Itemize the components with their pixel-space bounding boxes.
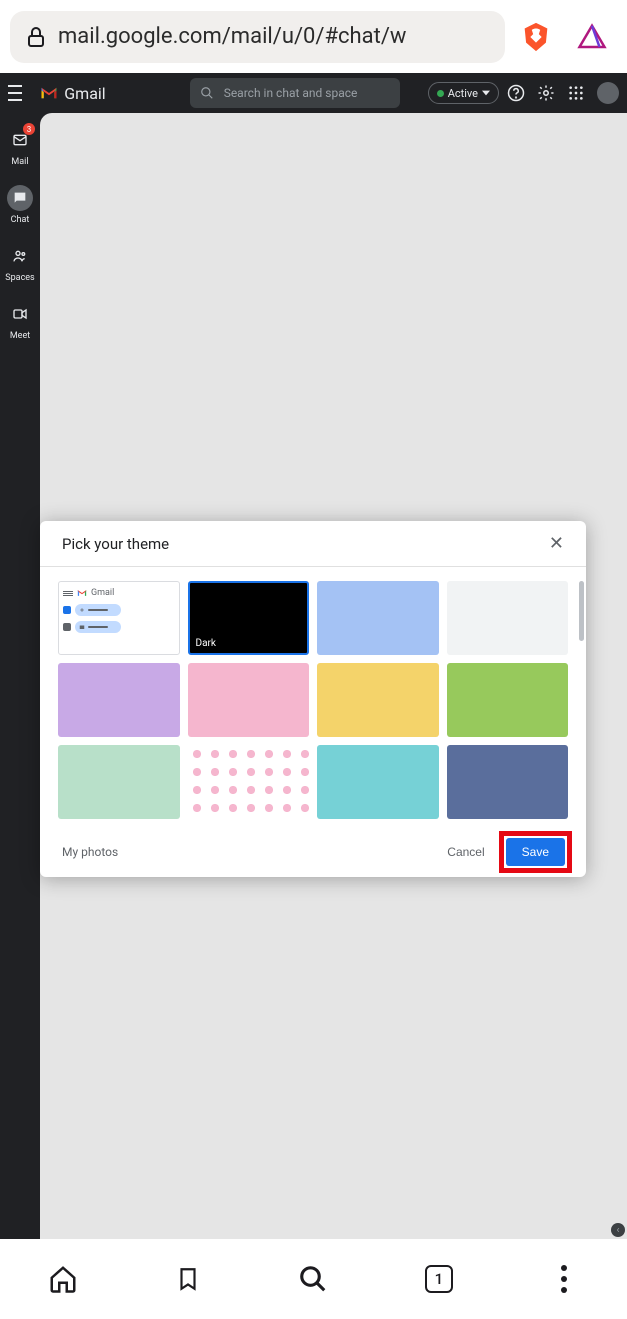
rail-chat[interactable]: Chat	[7, 185, 33, 225]
search-placeholder: Search in chat and space	[224, 86, 358, 100]
theme-tile-default[interactable]: Gmail	[58, 581, 180, 655]
rail-chat-label: Chat	[11, 215, 30, 225]
gmail-app: Gmail Search in chat and space Active 3 …	[0, 73, 627, 1239]
theme-tile-teal[interactable]	[317, 745, 439, 819]
search-icon	[200, 86, 214, 100]
search-input[interactable]: Search in chat and space	[190, 78, 400, 108]
theme-tile-blue[interactable]	[317, 581, 439, 655]
save-highlight: Save	[499, 831, 572, 873]
status-dot-icon	[437, 90, 444, 97]
modal-footer: My photos Cancel Save	[40, 827, 586, 877]
theme-tile-cherry-blossom[interactable]	[188, 745, 310, 819]
mail-badge: 3	[23, 123, 35, 135]
hamburger-icon[interactable]	[8, 83, 22, 103]
settings-gear-icon[interactable]	[537, 84, 555, 102]
avatar[interactable]	[597, 82, 619, 104]
cancel-button[interactable]: Cancel	[443, 839, 488, 865]
help-icon[interactable]	[507, 84, 525, 102]
save-button[interactable]: Save	[506, 838, 565, 866]
status-selector[interactable]: Active	[428, 82, 499, 104]
left-rail: 3 Mail Chat Spaces Meet	[0, 113, 40, 1239]
rail-meet[interactable]: Meet	[7, 301, 33, 341]
theme-picker-modal: Pick your theme ✕ Gmail	[40, 521, 586, 877]
bookmark-icon[interactable]	[173, 1264, 203, 1294]
spaces-icon	[12, 248, 28, 264]
rail-mail-label: Mail	[11, 157, 28, 167]
chevron-down-icon	[482, 89, 490, 97]
chat-icon	[12, 190, 28, 206]
brave-vpn-icon[interactable]	[577, 22, 607, 52]
url-text: mail.google.com/mail/u/0/#chat/w	[58, 24, 406, 49]
gmail-m-icon	[40, 86, 58, 100]
rail-mail[interactable]: 3 Mail	[7, 127, 33, 167]
collapse-panel-icon[interactable]: ‹	[611, 1223, 625, 1237]
modal-body: Gmail Dark	[40, 567, 586, 827]
theme-grid: Gmail Dark	[58, 581, 568, 819]
rail-spaces[interactable]: Spaces	[5, 243, 34, 283]
theme-tile-navy[interactable]	[447, 745, 569, 819]
theme-tile-mustard[interactable]	[317, 663, 439, 737]
modal-header: Pick your theme ✕	[40, 521, 586, 567]
theme-tile-rose[interactable]	[188, 663, 310, 737]
theme-tile-seafoam[interactable]	[58, 745, 180, 819]
close-icon[interactable]: ✕	[549, 533, 564, 554]
rail-meet-label: Meet	[10, 331, 30, 341]
modal-scrollbar[interactable]	[579, 581, 584, 641]
gmail-body: 3 Mail Chat Spaces Meet Pick your theme …	[0, 113, 627, 1239]
search-nav-icon[interactable]	[298, 1264, 328, 1294]
theme-tile-dark[interactable]: Dark	[188, 581, 310, 655]
modal-title: Pick your theme	[62, 535, 169, 553]
my-photos-link[interactable]: My photos	[62, 845, 118, 859]
lock-icon	[24, 25, 48, 49]
browser-bottom-nav: 1	[0, 1239, 627, 1319]
theme-tile-wasabi[interactable]	[447, 663, 569, 737]
status-label: Active	[448, 87, 478, 100]
apps-grid-icon[interactable]	[567, 84, 585, 102]
home-icon[interactable]	[48, 1264, 78, 1294]
gmail-header: Gmail Search in chat and space Active	[0, 73, 627, 113]
meet-icon	[12, 306, 28, 322]
browser-address-bar: mail.google.com/mail/u/0/#chat/w	[0, 0, 627, 73]
theme-tile-gray[interactable]	[447, 581, 569, 655]
rail-spaces-label: Spaces	[5, 273, 34, 283]
tabs-button[interactable]: 1	[424, 1264, 454, 1294]
more-menu-icon[interactable]	[549, 1264, 579, 1294]
url-bar[interactable]: mail.google.com/mail/u/0/#chat/w	[10, 11, 505, 63]
gmail-logo[interactable]: Gmail	[40, 84, 105, 103]
brave-icon[interactable]	[519, 20, 553, 54]
gmail-text: Gmail	[64, 84, 105, 103]
theme-tile-lavender[interactable]	[58, 663, 180, 737]
tab-count: 1	[435, 1270, 444, 1288]
